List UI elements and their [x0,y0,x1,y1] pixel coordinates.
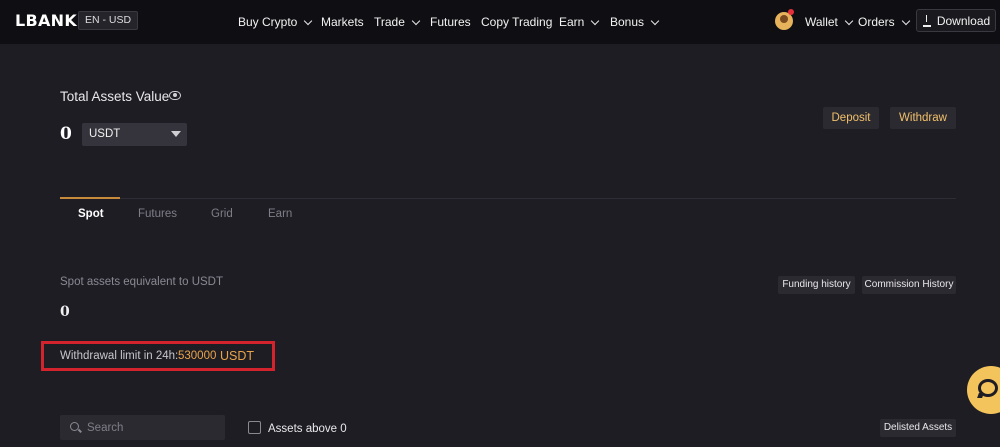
nav-item-label: Copy Trading [481,15,553,29]
nav-item-label: Markets [321,15,364,29]
tab-spot[interactable]: Spot [78,208,104,220]
tab-earn[interactable]: Earn [268,208,292,220]
withdrawal-limit-label: Withdrawal limit in 24h: [60,350,179,362]
assets-above-zero-label[interactable]: Assets above 0 [268,423,347,435]
search-box [60,415,225,440]
nav-item-buy-crypto[interactable]: Buy Crypto [238,0,313,44]
chevron-down-icon [304,16,313,25]
chevron-down-icon [411,16,421,25]
nav-item-label: Orders [858,15,895,29]
delisted-assets-button[interactable]: Delisted Assets [880,419,956,437]
nav-item-trade[interactable]: Trade [374,0,421,44]
download-button[interactable]: Download [916,9,996,32]
nav-item-wallet[interactable]: Wallet [805,0,854,44]
logo[interactable]: LBANK [15,11,77,30]
chevron-down-icon [901,16,910,25]
download-label: Download [936,13,991,28]
chat-support-button[interactable] [967,366,1000,414]
nav-item-label: Wallet [805,15,838,29]
chevron-down-icon [844,16,854,25]
tab-grid[interactable]: Grid [211,208,233,220]
nav-item-label: Trade [374,15,405,29]
currency-select[interactable]: USDT [82,123,187,146]
chat-icon [978,379,998,397]
spot-assets-label: Spot assets equivalent to USDT [60,276,223,288]
chevron-down-icon [591,16,600,25]
currency-select-value: USDT [89,128,121,140]
download-icon [922,15,932,27]
caret-down-icon [171,131,181,137]
withdraw-button[interactable]: Withdraw [890,107,956,129]
tab-futures[interactable]: Futures [138,208,177,220]
search-icon [70,422,79,431]
nav-item-earn[interactable]: Earn [559,0,600,44]
commission-history-button[interactable]: Commission History [862,276,956,294]
nav-item-copy-trading[interactable]: Copy Trading [481,0,552,44]
search-input[interactable] [87,415,222,440]
nav-item-futures[interactable]: Futures [430,0,471,44]
nav-item-orders[interactable]: Orders [858,0,910,44]
spot-assets-value: 0 [60,304,70,320]
funding-history-button[interactable]: Funding history [778,276,855,294]
language-currency-selector[interactable]: EN - USD [78,11,139,30]
deposit-button[interactable]: Deposit [823,107,879,129]
tab-active-indicator [60,197,120,199]
notification-dot [788,9,794,15]
nav-item-label: Futures [430,15,471,29]
withdrawal-limit-amount: 530000 [178,350,217,362]
withdrawal-limit-unit: USDT [220,349,255,363]
total-assets-value: 0 [60,124,72,144]
tabs-divider [60,198,956,199]
nav-item-label: Buy Crypto [238,15,298,29]
nav-item-markets[interactable]: Markets [321,0,364,44]
assets-above-zero-checkbox[interactable] [248,421,261,434]
total-assets-title: Total Assets Value [60,89,170,104]
nav-item-bonus[interactable]: Bonus [610,0,660,44]
top-nav: LBANK EN - USD Buy Crypto Markets Trade … [0,0,1000,44]
chevron-down-icon [650,16,660,25]
eye-icon[interactable] [169,91,181,100]
nav-item-label: Earn [559,15,585,29]
nav-item-label: Bonus [610,15,645,29]
